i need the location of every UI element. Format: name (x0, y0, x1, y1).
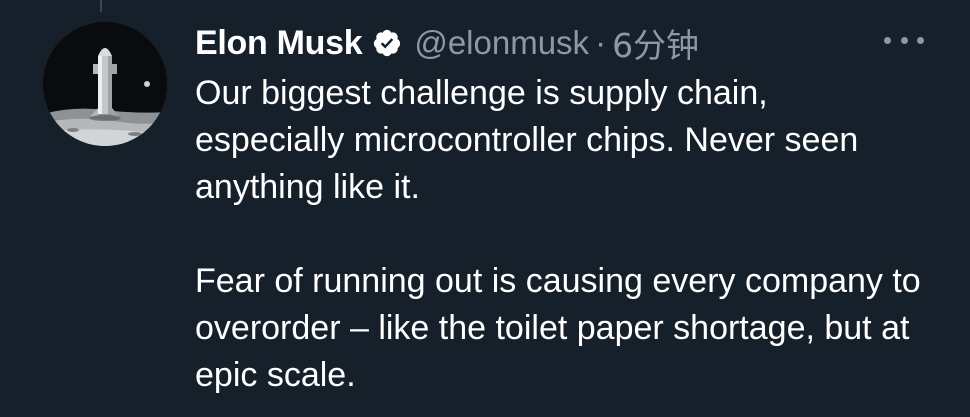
tweet-header: Elon Musk @elonmusk · 6分钟 (195, 18, 699, 68)
tweet-paragraph: Fear of running out is causing every com… (195, 262, 921, 394)
starship-avatar-image (43, 22, 167, 146)
verified-badge-icon (372, 28, 402, 58)
more-dot (884, 36, 891, 44)
more-dot (917, 36, 924, 44)
more-options-icon[interactable] (884, 30, 924, 50)
avatar[interactable] (43, 22, 167, 146)
author-name[interactable]: Elon Musk (195, 24, 363, 63)
author-handle[interactable]: @elonmusk (414, 24, 589, 62)
thread-connector-line (100, 0, 102, 12)
tweet-text: Our biggest challenge is supply chain, e… (195, 70, 925, 399)
timestamp[interactable]: 6分钟 (612, 19, 699, 67)
separator-dot: · (595, 24, 607, 61)
more-dot (900, 36, 908, 44)
tweet-paragraph: Our biggest challenge is supply chain, e… (195, 74, 859, 206)
